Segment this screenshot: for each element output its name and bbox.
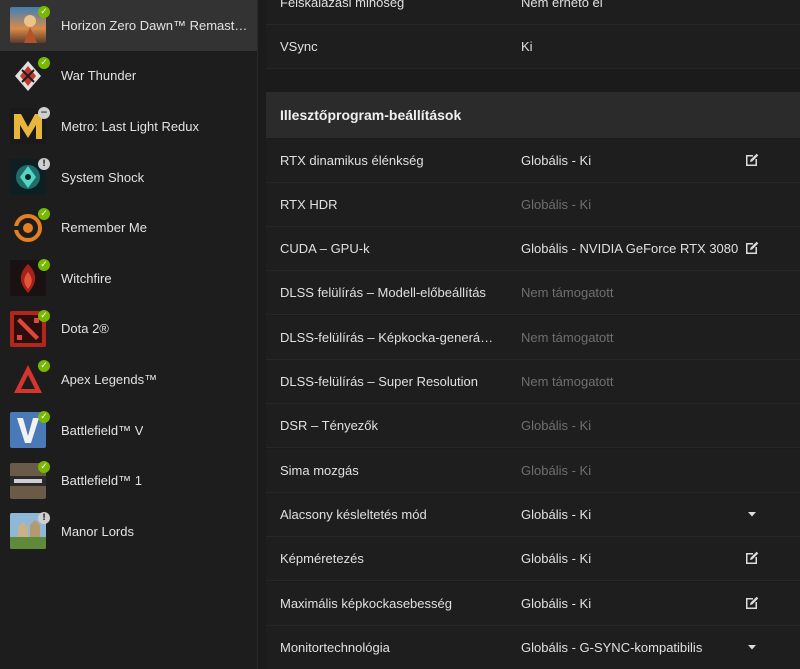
setting-value: Nem támogatott: [521, 374, 614, 389]
settings-panel: Illesztőprogram-beállítások Felskálázási…: [266, 0, 800, 669]
game-name: System Shock: [61, 169, 145, 185]
setting-label: Monitortechnológia: [280, 640, 390, 655]
game-list-item[interactable]: ✓ Battlefield™ V: [0, 405, 257, 456]
game-list-item[interactable]: ✓ Battlefield™ 1: [0, 455, 257, 506]
setting-value: Globális - Ki: [521, 197, 592, 212]
edit-icon[interactable]: [744, 550, 760, 566]
setting-row-1: VSync Ki: [266, 25, 800, 69]
setting-value: Ki: [521, 39, 533, 54]
check-icon: ✓: [38, 6, 50, 18]
exclamation-icon: !: [38, 511, 50, 524]
game-list-item[interactable]: ✓ Horizon Zero Dawn™ Remastered: [0, 0, 257, 51]
game-list-item[interactable]: ✓ Remember Me: [0, 202, 257, 253]
check-icon: ✓: [38, 410, 50, 423]
edit-icon[interactable]: [744, 595, 760, 611]
setting-value: Globális - Ki: [521, 551, 592, 566]
chevron-down-icon[interactable]: [744, 506, 760, 522]
setting-value: Globális - Ki: [521, 463, 592, 478]
setting-value: Globális - Ki: [521, 596, 592, 611]
check-icon: ✓: [38, 461, 50, 474]
setting-label: DSR – Tényezők: [280, 418, 379, 433]
game-name: Remember Me: [61, 220, 147, 236]
setting-label: Sima mozgás: [280, 463, 359, 478]
check-icon: ✓: [38, 360, 50, 373]
check-icon: ✓: [38, 309, 50, 322]
setting-row-driver-0[interactable]: RTX dinamikus élénkség Globális - Ki: [266, 139, 800, 183]
game-name: Witchfire: [61, 270, 112, 286]
game-name: War Thunder: [61, 68, 137, 84]
setting-value: Nem támogatott: [521, 330, 614, 345]
setting-row-driver-10[interactable]: Maximális képkockasebesség Globális - Ki: [266, 582, 800, 626]
game-list-sidebar: ✓ Horizon Zero Dawn™ Remastered ✓ War Thund…: [0, 0, 258, 669]
setting-label: Alacsony késleltetés mód: [280, 507, 427, 522]
setting-row-driver-5: DLSS-felülírás – Super Resolution Nem tám…: [266, 360, 800, 404]
setting-value: Globális - NVIDIA GeForce RTX 3080: [521, 241, 739, 256]
game-name: Horizon Zero Dawn™ Remastered: [61, 17, 251, 33]
exclamation-icon: !: [38, 157, 50, 170]
setting-label: DLSS felülírás – Modell-előbeállítás: [280, 285, 486, 300]
check-icon: ✓: [38, 56, 50, 69]
minus-icon: −: [38, 107, 50, 120]
setting-row-driver-9[interactable]: Képméretezés Globális - Ki: [266, 537, 800, 581]
setting-row-driver-6: DSR – Tényezők Globális - Ki: [266, 404, 800, 448]
game-name: Battlefield™ V: [61, 422, 144, 438]
game-list-item[interactable]: − Metro: Last Light Redux: [0, 101, 257, 152]
setting-label: RTX dinamikus élénkség: [280, 153, 424, 168]
setting-label: DLSS-felülírás – Super Resolution: [280, 374, 478, 389]
setting-row-0: Felskálázási minőség Nem érhető el: [266, 0, 800, 25]
game-name: Metro: Last Light Redux: [61, 118, 200, 134]
game-list-item[interactable]: ✓ Apex Legends™: [0, 354, 257, 405]
setting-label: Maximális képkockasebesség: [280, 596, 452, 611]
setting-value: Globális - Ki: [521, 418, 592, 433]
setting-value: Globális - Ki: [521, 153, 592, 168]
game-name: Apex Legends™: [61, 371, 158, 387]
game-list-item[interactable]: ! System Shock: [0, 152, 257, 203]
edit-icon[interactable]: [744, 240, 760, 256]
game-list-item[interactable]: ! Manor Lords: [0, 506, 257, 557]
setting-label: Képméretezés: [280, 551, 364, 566]
setting-value: Globális - Ki: [521, 507, 592, 522]
game-list-item[interactable]: ✓ Dota 2®: [0, 304, 257, 355]
setting-row-driver-3: DLSS felülírás – Modell-előbeállítás Nem …: [266, 271, 800, 315]
check-icon: ✓: [38, 208, 50, 221]
edit-icon[interactable]: [744, 152, 760, 168]
section-title: Illesztőprogram-beállítások: [280, 107, 462, 123]
setting-row-driver-7: Sima mozgás Globális - Ki: [266, 449, 800, 493]
setting-row-driver-11[interactable]: Monitortechnológia Globális - G-SYNC-komp…: [266, 626, 800, 669]
setting-label: CUDA – GPU-k: [280, 241, 370, 256]
section-gap: [266, 72, 800, 92]
chevron-down-icon[interactable]: [744, 639, 760, 655]
setting-row-driver-1: RTX HDR Globális - Ki: [266, 183, 800, 227]
game-list-item[interactable]: ✓ War Thunder: [0, 51, 257, 102]
setting-label: RTX HDR: [280, 197, 338, 212]
setting-label: DLSS-felülírás – Képkocka-generálás: [280, 330, 496, 345]
game-name: Dota 2®: [61, 321, 109, 337]
setting-row-driver-4: DLSS-felülírás – Képkocka-generálás Nem t…: [266, 316, 800, 360]
check-icon: ✓: [38, 258, 50, 271]
setting-value: Globális - G-SYNC-kompatibilis: [521, 640, 703, 655]
section-header-driver-settings: Illesztőprogram-beállítások: [266, 92, 800, 138]
setting-row-driver-2[interactable]: CUDA – GPU-k Globális - NVIDIA GeForce RT…: [266, 227, 800, 271]
setting-row-driver-8[interactable]: Alacsony késleltetés mód Globális - Ki: [266, 493, 800, 537]
game-name: Manor Lords: [61, 523, 134, 539]
setting-label: Felskálázási minőség: [280, 0, 405, 10]
setting-value: Nem érhető el: [521, 0, 603, 10]
game-name: Battlefield™ 1: [61, 473, 142, 489]
game-list-item[interactable]: ✓ Witchfire: [0, 253, 257, 304]
setting-label: VSync: [280, 39, 318, 54]
setting-value: Nem támogatott: [521, 285, 614, 300]
